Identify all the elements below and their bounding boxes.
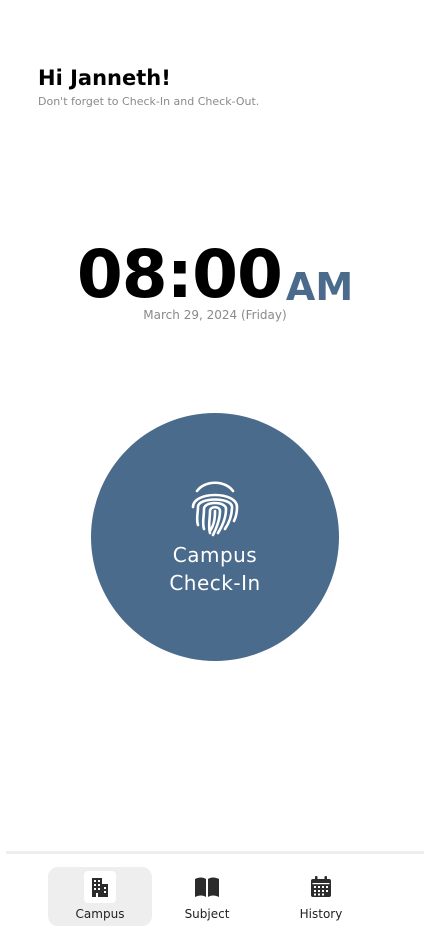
check-in-label-line1: Campus	[172, 543, 258, 567]
nav-label-subject: Subject	[184, 907, 230, 921]
clock-display: 08:00 AM March 29, 2024 (Friday)	[0, 236, 430, 322]
calendar-icon	[311, 876, 331, 897]
book-icon-box	[191, 871, 223, 903]
calendar-icon-box	[305, 871, 337, 903]
building-icon-box	[84, 871, 116, 903]
nav-item-campus[interactable]: Campus	[48, 867, 152, 926]
nav-label-campus: Campus	[75, 907, 125, 921]
nav-divider	[6, 851, 424, 854]
greeting-title: Hi Janneth!	[38, 66, 171, 90]
time-row: 08:00 AM	[0, 236, 430, 314]
nav-item-subject[interactable]: Subject	[160, 867, 254, 926]
clock-period: AM	[285, 265, 354, 309]
book-icon	[195, 877, 219, 897]
greeting-subtitle: Don't forget to Check-In and Check-Out.	[38, 95, 260, 108]
greeting-header: Hi Janneth! Don't forget to Check-In and…	[38, 66, 259, 108]
clock-date: March 29, 2024 (Friday)	[143, 308, 287, 322]
building-icon	[92, 878, 108, 897]
check-in-label-line2: Check-In	[169, 571, 261, 595]
clock-time: 08:00	[76, 236, 283, 313]
bottom-navigation: Campus Subject History	[0, 860, 430, 932]
fingerprint-icon	[191, 481, 239, 537]
check-in-label: Campus Check-In	[169, 541, 260, 597]
nav-item-history[interactable]: History	[274, 867, 368, 926]
nav-label-history: History	[299, 907, 343, 921]
campus-check-in-button[interactable]: Campus Check-In	[91, 413, 339, 661]
